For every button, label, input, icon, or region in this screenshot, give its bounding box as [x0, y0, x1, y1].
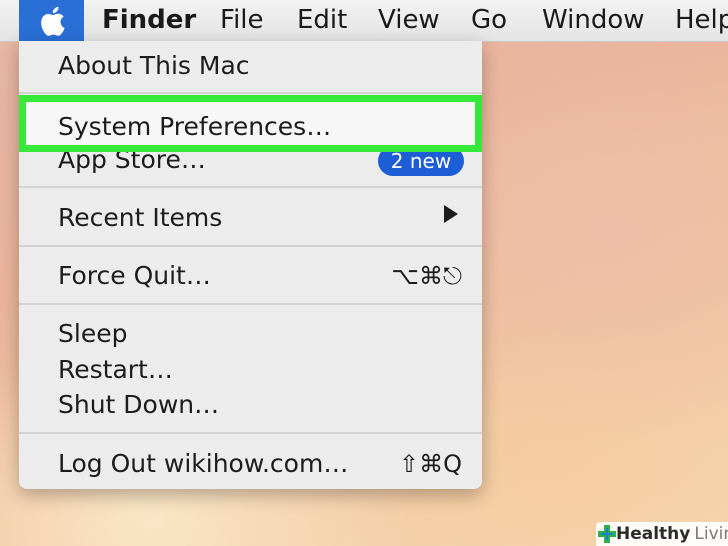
menu-separator	[19, 432, 482, 434]
watermark-healthy: Healthy	[616, 524, 691, 544]
menu-item-sleep[interactable]: Sleep	[58, 319, 127, 349]
menu-edit[interactable]: Edit	[297, 0, 347, 41]
system-preferences-highlight[interactable]: System Preferences…	[19, 95, 482, 152]
menu-bar: Finder File Edit View Go Window Help	[0, 0, 728, 42]
menu-file[interactable]: File	[220, 0, 264, 41]
menu-item-shut-down[interactable]: Shut Down…	[58, 390, 219, 420]
menu-item-recent-items[interactable]: Recent Items	[58, 203, 222, 233]
menu-item-about-this-mac[interactable]: About This Mac	[58, 51, 250, 81]
watermark-living: Living	[694, 524, 728, 544]
apple-menu-button[interactable]	[19, 0, 84, 41]
menu-separator	[19, 92, 482, 94]
watermark: Healthy Living	[596, 522, 728, 546]
menu-separator	[19, 245, 482, 247]
force-quit-shortcut: ⌥⌘⎋	[391, 262, 462, 290]
submenu-arrow-icon	[444, 205, 458, 223]
menu-separator	[19, 303, 482, 305]
apple-icon	[40, 6, 65, 36]
menu-item-restart[interactable]: Restart…	[58, 355, 173, 385]
menu-go[interactable]: Go	[471, 0, 507, 41]
menu-window[interactable]: Window	[542, 0, 645, 41]
cross-logo-icon	[598, 525, 616, 543]
menu-item-force-quit[interactable]: Force Quit…	[58, 261, 211, 291]
menu-separator	[19, 186, 482, 188]
menu-item-log-out[interactable]: Log Out wikihow.com…	[58, 449, 348, 479]
log-out-shortcut: ⇧⌘Q	[399, 450, 462, 478]
menu-help[interactable]: Help	[675, 0, 728, 41]
menu-item-system-preferences[interactable]: System Preferences…	[58, 112, 331, 142]
menu-finder[interactable]: Finder	[102, 0, 196, 41]
menu-view[interactable]: View	[378, 0, 440, 41]
